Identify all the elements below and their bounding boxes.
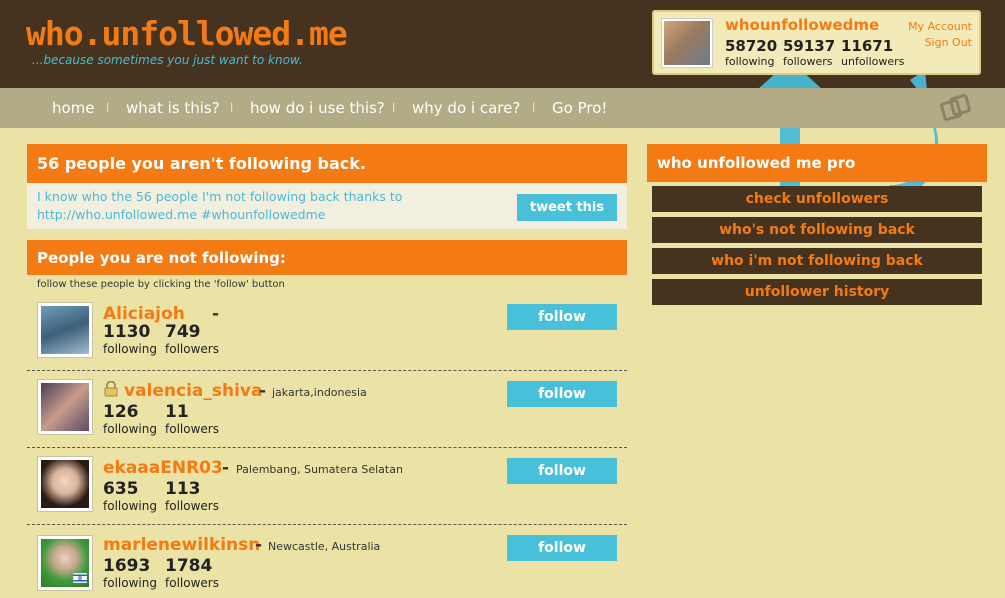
- user-photo[interactable]: [37, 456, 93, 512]
- follow-button[interactable]: follow: [507, 535, 617, 561]
- tweet-this-button[interactable]: tweet this: [517, 194, 617, 221]
- user-following-count: 635: [103, 479, 139, 499]
- pro-im-not-following-back[interactable]: who i'm not following back: [652, 248, 982, 274]
- account-username[interactable]: whounfollowedme: [725, 16, 879, 34]
- user-following-count: 1693: [103, 556, 151, 576]
- user-followers-count: 113: [165, 479, 201, 499]
- follow-hint: follow these people by clicking the 'fol…: [37, 279, 285, 290]
- account-unfollowers-stat: 11671 unfollowers: [841, 37, 904, 68]
- user-photo[interactable]: [37, 302, 93, 358]
- list-item: Aliciajoh - 1130 749 following followers…: [27, 294, 627, 371]
- account-card: whounfollowedme 58720 following 59137 fo…: [652, 10, 981, 75]
- user-followers-label: followers: [165, 422, 219, 436]
- pro-not-following-back[interactable]: who's not following back: [652, 217, 982, 243]
- follow-button[interactable]: follow: [507, 381, 617, 407]
- nav-toggle-icon[interactable]: [940, 94, 972, 122]
- tweet-box: I know who the 56 people I'm not followi…: [27, 183, 627, 229]
- site-logo[interactable]: who.unfollowed.me: [26, 14, 348, 53]
- account-avatar[interactable]: [661, 18, 713, 68]
- not-following-back-banner: 56 people you aren't following back.: [27, 144, 627, 183]
- account-followers-label: followers: [783, 55, 833, 68]
- nav-separator: |: [392, 102, 396, 113]
- user-followers-count: 11: [165, 402, 189, 422]
- list-item: ekaaaENR03 - Palembang, Sumatera Selatan…: [27, 448, 627, 525]
- list-item: marlenewilkinsn - Newcastle, Australia 1…: [27, 525, 627, 598]
- name-dash: -: [222, 458, 230, 478]
- my-account-link[interactable]: My Account: [908, 20, 972, 33]
- name-dash: -: [255, 535, 263, 555]
- user-following-count: 1130: [103, 322, 151, 342]
- account-following-stat: 58720 following: [725, 37, 777, 68]
- nav-what-is-this[interactable]: what is this?: [126, 99, 220, 117]
- user-location: Newcastle, Australia: [268, 540, 381, 553]
- user-location: Palembang, Sumatera Selatan: [236, 463, 403, 476]
- user-followers-label: followers: [165, 499, 219, 513]
- user-following-label: following: [103, 576, 157, 590]
- main-nav: home | what is this? | how do i use this…: [0, 88, 1005, 128]
- name-dash: -: [259, 381, 267, 401]
- sign-out-link[interactable]: Sign Out: [925, 36, 972, 49]
- user-followers-count: 749: [165, 322, 201, 342]
- nav-home[interactable]: home: [52, 99, 95, 117]
- user-followers-label: followers: [165, 576, 219, 590]
- account-following-label: following: [725, 55, 775, 68]
- nav-separator: |: [106, 102, 110, 113]
- account-following-count: 58720: [725, 37, 778, 55]
- user-name[interactable]: Aliciajoh: [103, 304, 185, 324]
- flag-icon: [73, 573, 87, 583]
- account-unfollowers-count: 11671: [841, 37, 894, 55]
- follow-button[interactable]: follow: [507, 304, 617, 330]
- user-followers-count: 1784: [165, 556, 213, 576]
- pro-unfollower-history[interactable]: unfollower history: [652, 279, 982, 305]
- user-following-label: following: [103, 422, 157, 436]
- tweet-text: I know who the 56 people I'm not followi…: [37, 189, 403, 222]
- user-name[interactable]: marlenewilkinsn: [103, 535, 260, 555]
- site-tagline: ...because sometimes you just want to kn…: [32, 53, 303, 67]
- account-unfollowers-label: unfollowers: [841, 55, 905, 68]
- account-followers-stat: 59137 followers: [783, 37, 835, 68]
- nav-separator: |: [532, 102, 536, 113]
- nav-go-pro[interactable]: Go Pro!: [552, 99, 607, 117]
- user-photo[interactable]: [37, 379, 93, 435]
- nav-separator: |: [230, 102, 234, 113]
- account-followers-count: 59137: [783, 37, 836, 55]
- list-item: valencia_shiva - jakarta,indonesia 126 1…: [27, 371, 627, 448]
- nav-how-to-use[interactable]: how do i use this?: [250, 99, 385, 117]
- pro-panel-title: who unfollowed me pro: [647, 144, 987, 182]
- nav-why-care[interactable]: why do i care?: [412, 99, 520, 117]
- lock-icon: [104, 381, 118, 397]
- pro-check-unfollowers[interactable]: check unfollowers: [652, 186, 982, 212]
- user-followers-label: followers: [165, 342, 219, 356]
- user-name[interactable]: ekaaaENR03: [103, 458, 223, 478]
- user-name[interactable]: valencia_shiva: [124, 381, 263, 401]
- user-location: jakarta,indonesia: [272, 386, 367, 399]
- user-following-label: following: [103, 342, 157, 356]
- follow-button[interactable]: follow: [507, 458, 617, 484]
- name-dash: -: [212, 304, 220, 324]
- user-following-count: 126: [103, 402, 139, 422]
- not-following-header: People you are not following:: [27, 240, 627, 275]
- user-following-label: following: [103, 499, 157, 513]
